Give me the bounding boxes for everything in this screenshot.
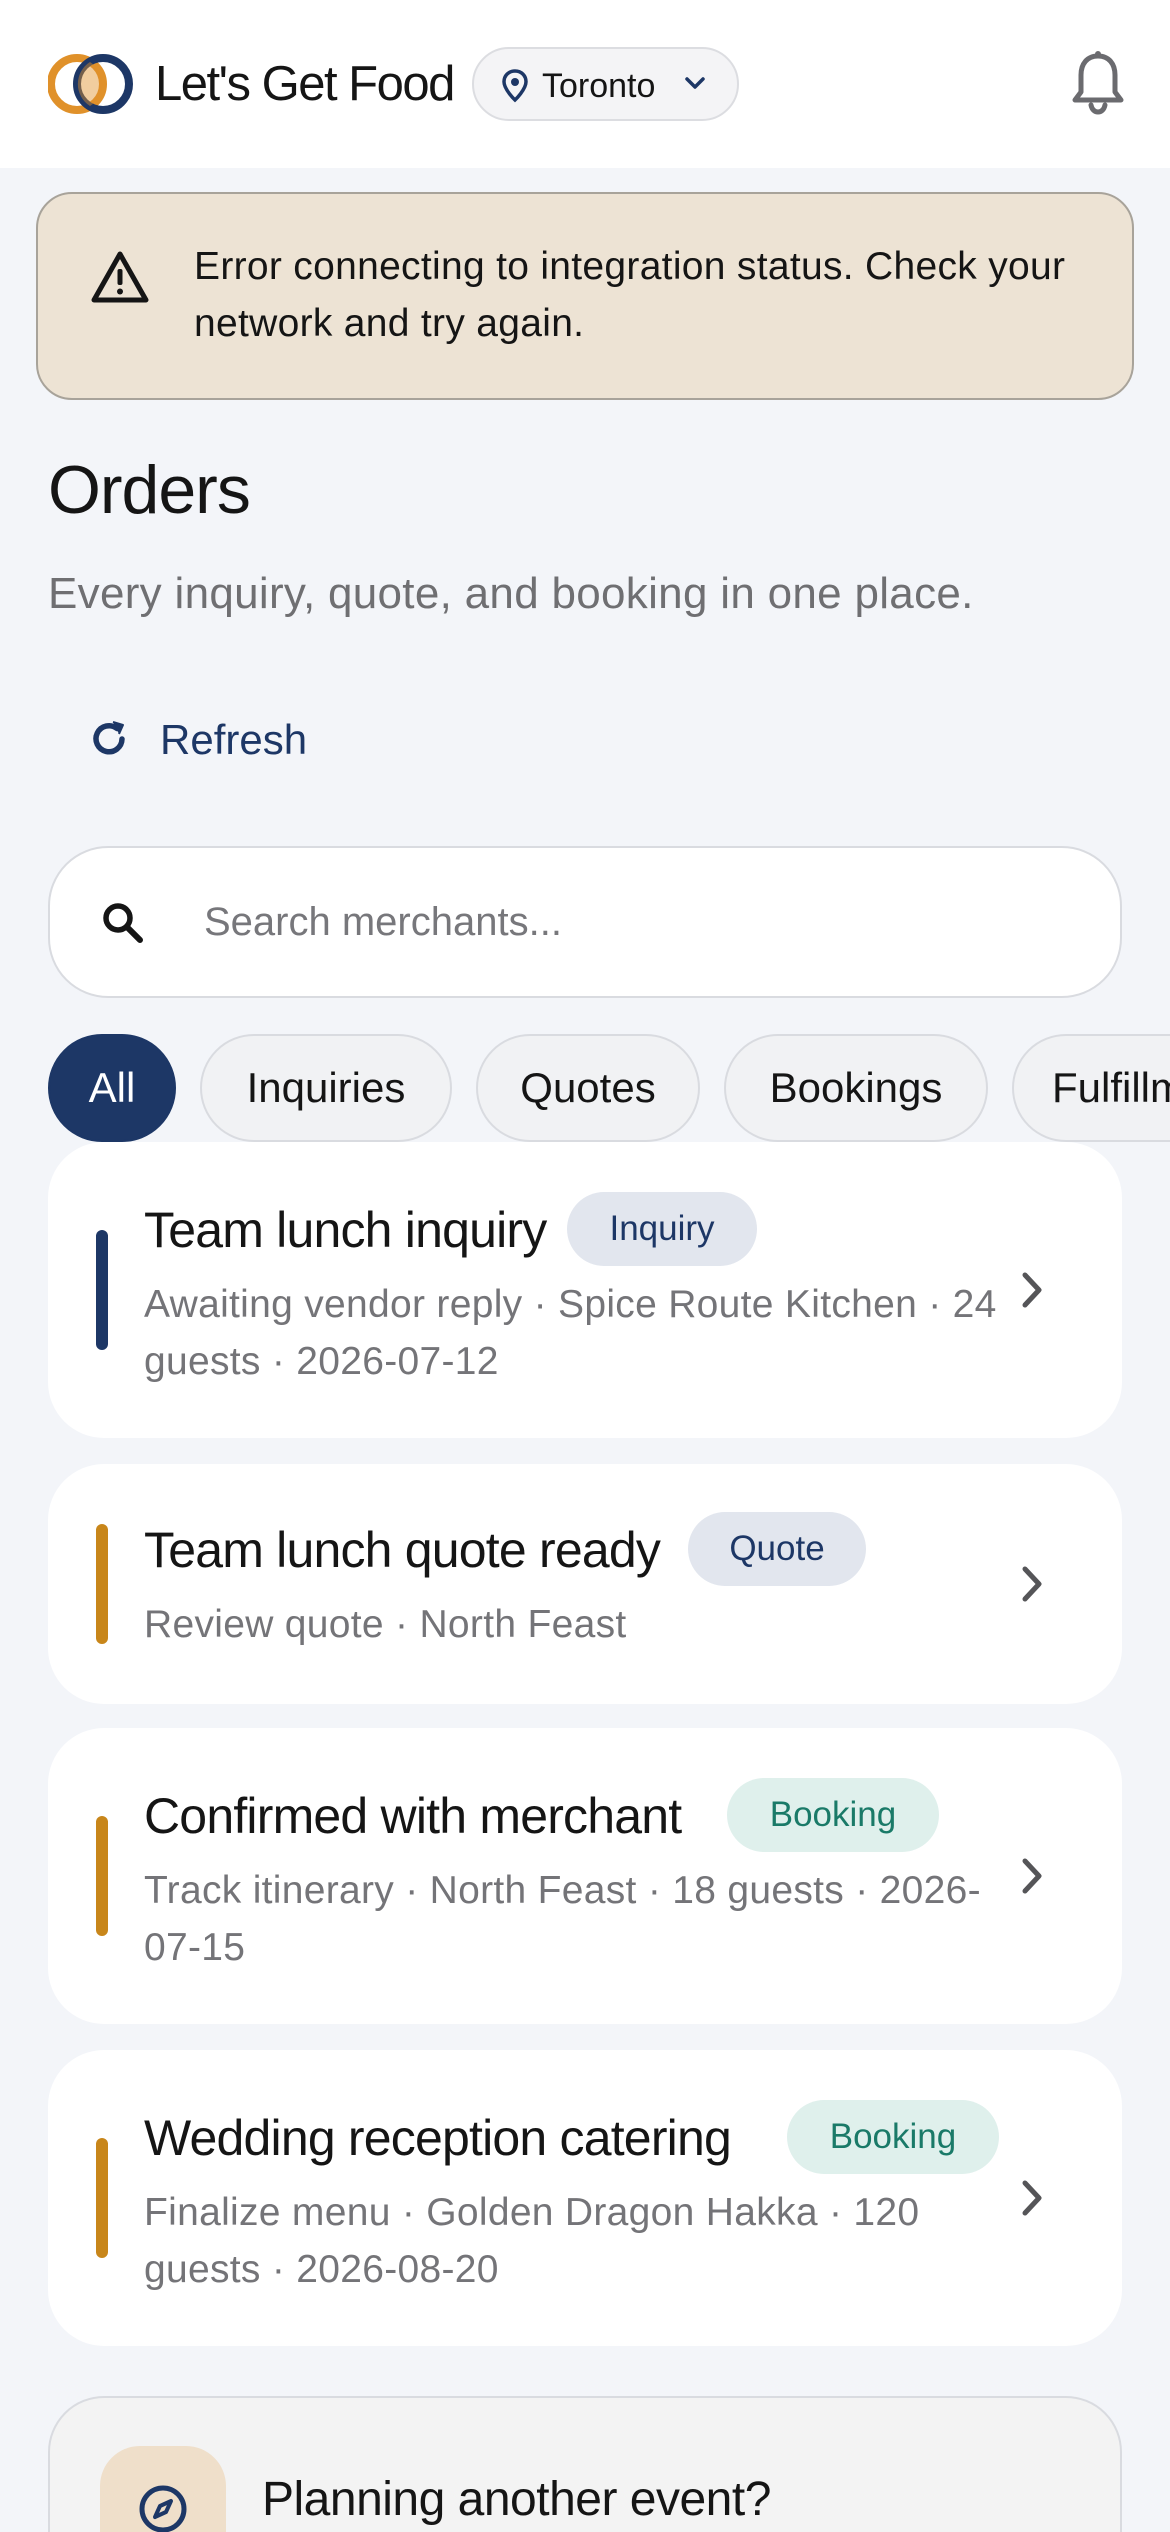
order-card[interactable]: Confirmed with merchant Booking Track it… <box>48 1728 1122 2024</box>
order-meta: Awaiting vendor reply · Spice Route Kitc… <box>144 1283 997 1383</box>
status-accent-bar <box>96 1524 108 1644</box>
chevron-right-icon <box>1022 1272 1042 1308</box>
status-badge: Inquiry <box>567 1192 757 1266</box>
filter-chip-fulfillment[interactable]: Fulfillment <box>1012 1034 1170 1142</box>
chevron-right-icon <box>1022 1858 1042 1894</box>
promo-title: Planning another event? <box>262 2473 771 2526</box>
search-bar[interactable] <box>48 846 1122 998</box>
location-pin-icon <box>502 69 528 103</box>
filter-chip-inquiries[interactable]: Inquiries <box>200 1034 452 1142</box>
refresh-label: Refresh <box>160 716 308 763</box>
status-accent-bar <box>96 1230 108 1350</box>
error-banner: Error connecting to integration status. … <box>36 192 1134 400</box>
status-badge: Quote <box>688 1512 866 1586</box>
status-accent-bar <box>96 2138 108 2258</box>
status-accent-bar <box>96 1816 108 1936</box>
city-selector[interactable]: Toronto <box>472 47 739 121</box>
compass-icon <box>139 2485 187 2532</box>
order-card[interactable]: Team lunch inquiry Inquiry Awaiting vend… <box>48 1142 1122 1438</box>
order-meta: Finalize menu · Golden Dragon Hakka · 12… <box>144 2191 920 2291</box>
order-title: Wedding reception catering <box>144 2110 732 2166</box>
filter-chip-bookings[interactable]: Bookings <box>724 1034 988 1142</box>
app-name[interactable]: Let's Get Food <box>155 56 455 112</box>
page-title: Orders <box>48 452 251 528</box>
order-title: Team lunch quote ready <box>144 1522 661 1578</box>
warning-icon <box>91 251 149 303</box>
page-subtitle: Every inquiry, quote, and booking in one… <box>48 569 974 618</box>
filter-chip-all[interactable]: All <box>48 1034 176 1142</box>
chevron-down-icon <box>685 77 705 89</box>
planning-promo-card[interactable]: Planning another event? <box>48 2396 1122 2532</box>
compass-icon-tile <box>100 2446 226 2532</box>
refresh-icon <box>93 721 125 755</box>
search-input[interactable] <box>204 886 1064 958</box>
city-name: Toronto <box>542 67 656 105</box>
refresh-button[interactable]: Refresh <box>80 704 340 774</box>
app-logo-icon[interactable] <box>48 53 134 115</box>
app-header: Let's Get Food Toronto <box>0 0 1170 168</box>
filter-chip-quotes[interactable]: Quotes <box>476 1034 700 1142</box>
status-badge: Booking <box>727 1778 939 1852</box>
order-card[interactable]: Wedding reception catering Booking Final… <box>48 2050 1122 2346</box>
order-title: Team lunch inquiry <box>144 1202 547 1258</box>
search-icon <box>103 903 143 943</box>
error-message: Error connecting to integration status. … <box>194 245 1066 345</box>
notification-bell-icon[interactable] <box>1070 50 1126 116</box>
filter-chips: All Inquiries Quotes Bookings Fulfillmen… <box>0 1034 1170 1144</box>
order-meta: Track itinerary · North Feast · 18 guest… <box>144 1869 981 1969</box>
chevron-right-icon <box>1022 1566 1042 1602</box>
chevron-right-icon <box>1022 2180 1042 2216</box>
order-title: Confirmed with merchant <box>144 1788 682 1844</box>
status-badge: Booking <box>787 2100 999 2174</box>
order-meta: Review quote · North Feast <box>144 1603 627 1646</box>
order-card[interactable]: Team lunch quote ready Quote Review quot… <box>48 1464 1122 1704</box>
